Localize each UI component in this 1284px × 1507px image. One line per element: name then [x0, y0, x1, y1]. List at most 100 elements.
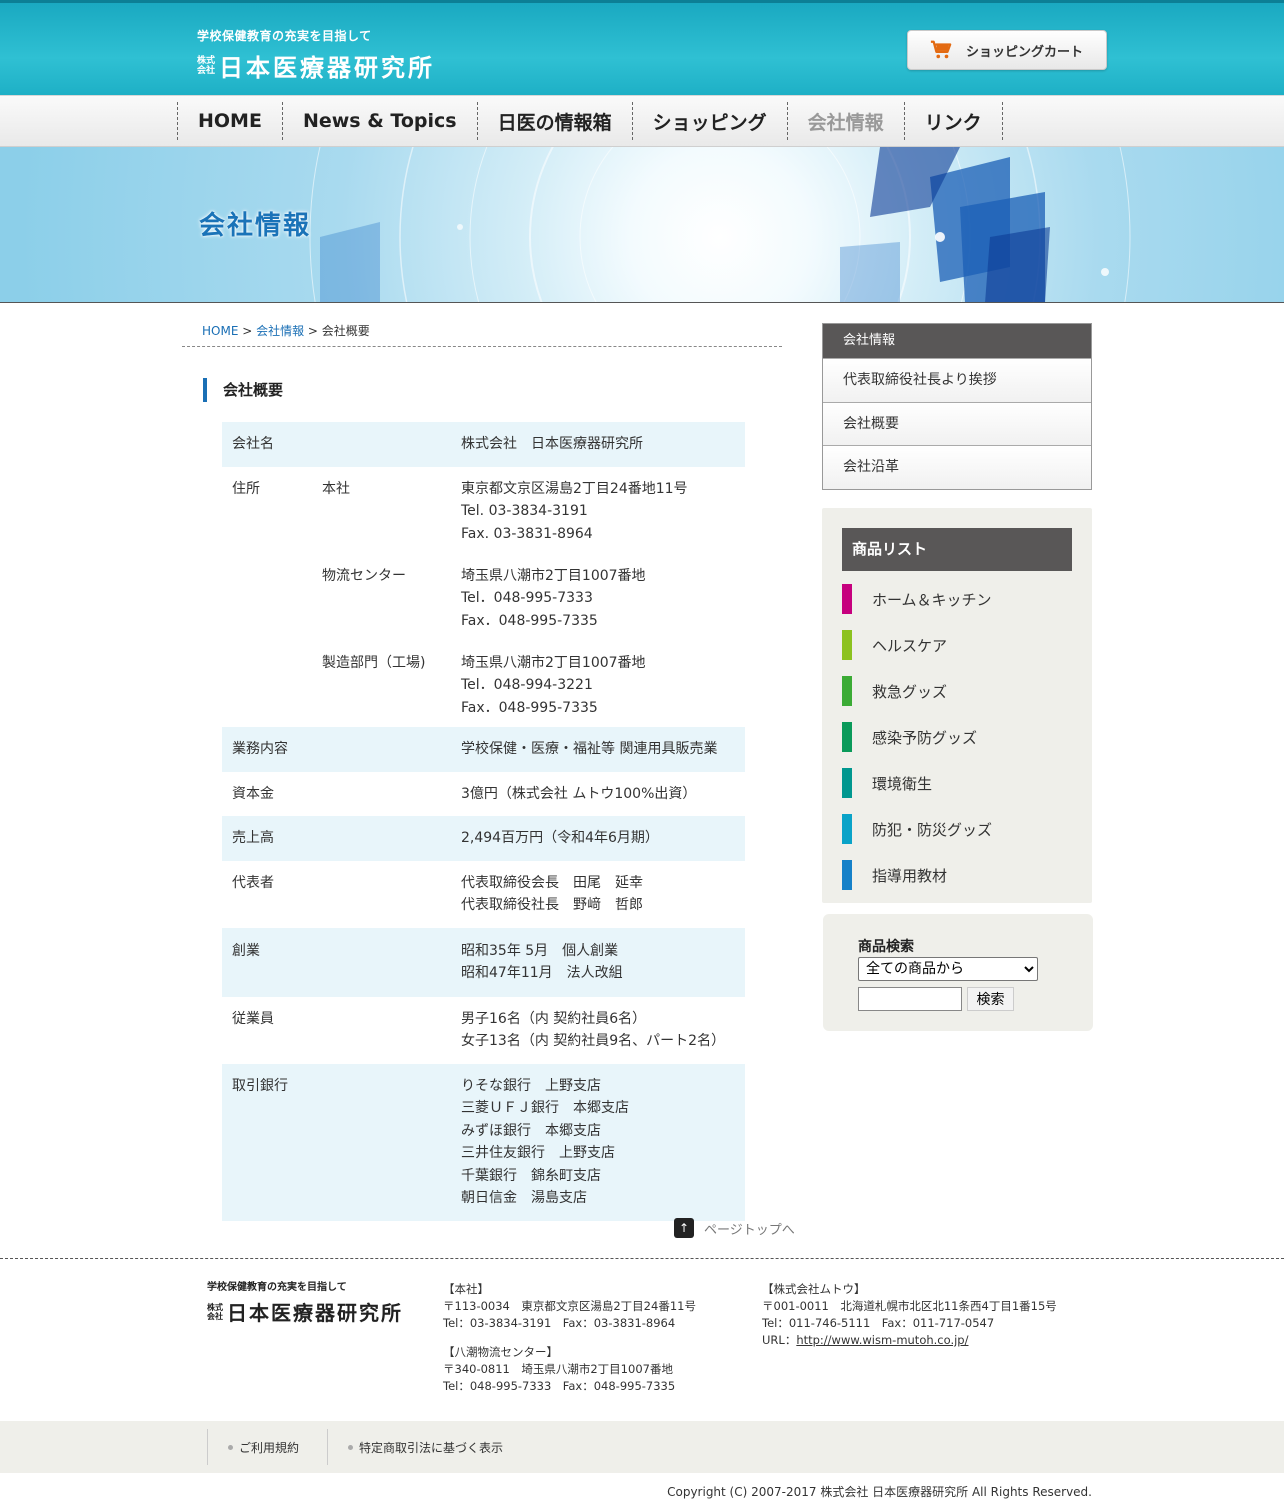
address-line: Fax．048-995-7335	[461, 612, 598, 629]
hero-title: 会社情報	[199, 211, 312, 241]
address-line: Fax．048-995-7335	[461, 699, 598, 716]
copyright: Copyright (C) 2007-2017 株式会社 日本医療器研究所 Al…	[667, 1485, 1092, 1499]
footer-link-label: 特定商取引法に基づく表示	[359, 1440, 504, 1455]
row-value: 男子16名（内 契約社員6名）	[461, 1010, 647, 1027]
row-value: 3億円（株式会社 ムトウ100%出資）	[461, 785, 697, 802]
table-row: 創業 昭和35年 5月 個人創業 昭和47年11月 法人改組	[222, 927, 745, 997]
site-logo[interactable]: 学校保健教育の充実を目指して 株式会社 日本医療器研究所	[197, 27, 435, 83]
table-row-address: 住所 本社 東京都文京区湯島2丁目24番地11号 Tel. 03-3834-31…	[222, 467, 745, 728]
footer-address-mutoh: 【株式会社ムトウ】 〒001-0011 北海道札幌市北区北11条西4丁目1番15…	[762, 1281, 1057, 1349]
global-nav: HOME News & Topics 日医の情報箱 ショッピング 会社情報 リン…	[0, 95, 1284, 147]
company-info-table: 会社名 株式会社 日本医療器研究所 住所 本社 東京都文京区湯島2丁目24番地1…	[222, 422, 745, 1221]
row-value: 千葉銀行 錦糸町支店	[461, 1167, 601, 1184]
nav-company[interactable]: 会社情報	[786, 102, 904, 140]
submenu-item-greeting[interactable]: 代表取締役社長より挨拶	[823, 358, 1091, 402]
footer-link-terms[interactable]: ご利用規約	[207, 1429, 327, 1465]
submenu-item-history[interactable]: 会社沿革	[823, 445, 1091, 489]
address-line: 埼玉県八潮市2丁目1007番地	[461, 654, 646, 671]
category-color-bar	[842, 768, 852, 798]
page-title: 会社概要	[203, 378, 283, 402]
address-line: Tel．048-994-3221	[461, 677, 593, 693]
category-color-bar	[842, 676, 852, 706]
search-label: 商品検索	[858, 939, 914, 955]
address-sublabel: 製造部門（工場)	[322, 654, 426, 671]
address-sublabel: 本社	[322, 480, 350, 497]
row-label: 資本金	[232, 785, 274, 802]
category-label: 指導用教材	[872, 866, 948, 885]
category-label: 環境衛生	[872, 774, 933, 793]
product-category-item[interactable]: 感染予防グッズ	[842, 722, 992, 752]
nav-shopping[interactable]: ショッピング	[631, 102, 787, 140]
footer-address-line: 〒113-0034 東京都文京区湯島2丁目24番11号	[443, 1299, 696, 1313]
row-value: 三井住友銀行 上野支店	[461, 1145, 615, 1161]
footer-link-commerce-law[interactable]: 特定商取引法に基づく表示	[327, 1429, 531, 1465]
shopping-cart-button[interactable]: ショッピングカート	[907, 30, 1107, 70]
category-color-bar	[842, 584, 852, 614]
logo-kabushiki: 株式会社	[197, 55, 216, 76]
row-value: 女子13名（内 契約社員9名、パート2名）	[461, 1033, 726, 1049]
nav-news-topics[interactable]: News & Topics	[281, 102, 477, 140]
row-value: 三菱ＵＦＪ銀行 本郷支店	[461, 1100, 629, 1116]
logo-tagline: 学校保健教育の充実を目指して	[197, 29, 372, 43]
row-value: 学校保健・医療・福祉等 関連用具販売業	[461, 741, 718, 757]
category-color-bar	[842, 814, 852, 844]
category-color-bar	[842, 630, 852, 660]
search-category-select[interactable]: 全ての商品から	[858, 957, 1038, 981]
row-value: 昭和35年 5月 個人創業	[461, 942, 619, 959]
table-row: 従業員 男子16名（内 契約社員6名） 女子13名（内 契約社員9名、パート2名…	[222, 997, 745, 1064]
table-row: 取引銀行 りそな銀行 上野支店 三菱ＵＦＪ銀行 本郷支店 みずほ銀行 本郷支店 …	[222, 1063, 745, 1221]
breadcrumb-home[interactable]: HOME	[202, 324, 238, 338]
category-label: ホーム＆キッチン	[872, 590, 992, 609]
address-sublabel: 物流センター	[322, 567, 406, 584]
row-label: 従業員	[232, 1010, 274, 1027]
footer-address-line: Tel：011-746-5111 Fax：011-717-0547	[762, 1316, 995, 1330]
product-list-panel: 商品リスト ホーム＆キッチン ヘルスケア 救急グッズ 感染予防グッズ 環境衛生 …	[822, 508, 1092, 903]
row-value: みずほ銀行 本郷支店	[461, 1122, 601, 1139]
search-button[interactable]: 検索	[967, 987, 1014, 1011]
search-input[interactable]	[858, 987, 962, 1011]
category-label: 防犯・防災グッズ	[872, 820, 993, 839]
bullet-icon	[228, 1444, 233, 1450]
breadcrumb-separator: >	[304, 324, 322, 338]
hero-banner: 会社情報	[0, 147, 1284, 303]
row-value: 2,494百万円（令和4年6月期）	[461, 830, 659, 846]
footer-logo[interactable]: 学校保健教育の充実を目指して 株式会社 日本医療器研究所	[207, 1278, 403, 1326]
footer-address-line: 【八潮物流センター】	[443, 1345, 558, 1359]
breadcrumb-company[interactable]: 会社情報	[256, 324, 304, 338]
nav-home[interactable]: HOME	[177, 102, 282, 140]
arrow-up-icon: ↑	[674, 1218, 694, 1238]
address-line: 東京都文京区湯島2丁目24番地11号	[461, 480, 688, 497]
footer-divider	[0, 1258, 1284, 1259]
product-category-item[interactable]: 環境衛生	[842, 768, 992, 798]
product-category-item[interactable]: 指導用教材	[842, 860, 992, 890]
footer-address-hq: 【本社】 〒113-0034 東京都文京区湯島2丁目24番11号 Tel：03-…	[443, 1281, 696, 1395]
breadcrumb-current: 会社概要	[321, 324, 370, 338]
nav-links[interactable]: リンク	[903, 102, 1003, 140]
footer-logo-tagline: 学校保健教育の充実を目指して	[207, 1282, 347, 1293]
footer-address-line: 〒340-0811 埼玉県八潮市2丁目1007番地	[443, 1362, 673, 1376]
breadcrumb-separator: >	[238, 324, 257, 338]
row-value: 代表取締役会長 田尾 延幸	[461, 874, 643, 891]
row-label: 売上高	[232, 830, 274, 846]
mutoh-url-link[interactable]: http://www.wism-mutoh.co.jp/	[796, 1333, 968, 1347]
product-category-item[interactable]: 救急グッズ	[842, 676, 992, 706]
footer-logo-name: 日本医療器研究所	[227, 1301, 403, 1325]
nav-info-box[interactable]: 日医の情報箱	[476, 102, 632, 140]
row-label: 創業	[232, 942, 260, 959]
cart-icon	[930, 40, 952, 59]
product-category-item[interactable]: ホーム＆キッチン	[842, 584, 992, 614]
category-color-bar	[842, 860, 852, 890]
product-category-item[interactable]: 防犯・防災グッズ	[842, 814, 992, 844]
category-label: 救急グッズ	[872, 682, 948, 701]
product-search-panel: 商品検索 全ての商品から 検索	[823, 914, 1093, 1031]
row-value: 朝日信金 湯島支店	[461, 1190, 587, 1206]
site-header: 学校保健教育の充実を目指して 株式会社 日本医療器研究所 ショッピングカート	[0, 0, 1284, 95]
submenu-item-overview[interactable]: 会社概要	[823, 401, 1091, 445]
row-value: 代表取締役社長 野﨑 哲郎	[461, 897, 643, 913]
product-category-item[interactable]: ヘルスケア	[842, 630, 992, 660]
footer-address-line: 【本社】	[443, 1282, 489, 1296]
row-label: 業務内容	[232, 741, 288, 757]
page-top-link[interactable]: ↑ ページトップへ	[674, 1218, 795, 1238]
address-line: Fax. 03-3831-8964	[461, 525, 593, 542]
url-prefix: URL：	[762, 1333, 797, 1347]
